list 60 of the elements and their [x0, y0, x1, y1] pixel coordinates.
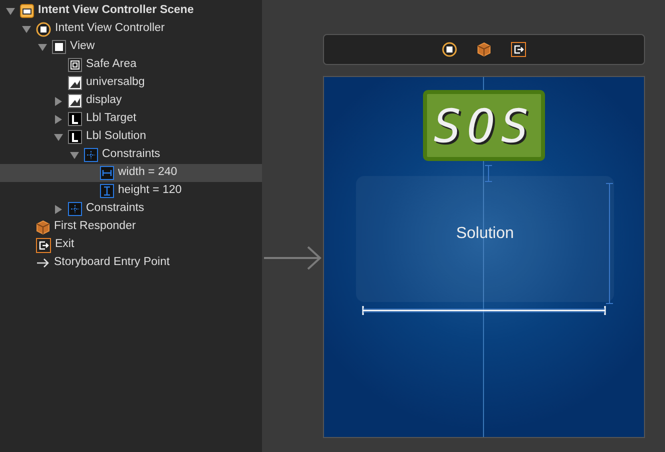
image-icon	[68, 94, 82, 108]
cube-icon	[477, 42, 491, 57]
expanded-triangle-icon[interactable]	[54, 132, 62, 142]
collapsed-triangle-icon[interactable]	[54, 114, 62, 124]
controller-icon	[36, 22, 51, 36]
outline-row[interactable]: universalbg	[0, 74, 262, 92]
outline-row[interactable]: width = 240	[0, 164, 262, 182]
outline-row[interactable]: Constraints	[0, 146, 262, 164]
label-icon	[68, 112, 82, 126]
display-text: SOS	[433, 102, 535, 148]
outline-label: Constraints	[102, 147, 160, 162]
outline-row[interactable]: Storyboard Entry Point	[0, 254, 262, 272]
outline-label: universalbg	[86, 75, 145, 90]
outline-row[interactable]: Lbl Target	[0, 110, 262, 128]
solution-label: Solution	[456, 224, 514, 244]
outline-label: Lbl Solution	[86, 129, 146, 144]
arrow-icon	[36, 257, 50, 269]
expanded-triangle-icon[interactable]	[6, 6, 14, 16]
exit-icon	[36, 238, 51, 252]
entry-arrow	[264, 246, 322, 270]
cube-icon	[36, 220, 50, 234]
controller-icon	[442, 42, 457, 57]
outline-row[interactable]: height = 120	[0, 182, 262, 200]
outline-label: display	[86, 93, 122, 108]
outline-label: Storyboard Entry Point	[54, 255, 170, 270]
outline-row[interactable]: View	[0, 38, 262, 56]
constraints-icon	[68, 202, 82, 216]
collapsed-triangle-icon[interactable]	[54, 204, 62, 214]
outline-row[interactable]: Intent View Controller Scene	[0, 2, 262, 20]
label-icon	[68, 130, 82, 144]
outline-row[interactable]: Constraints	[0, 200, 262, 218]
outline-label: height = 120	[118, 183, 182, 198]
collapsed-triangle-icon[interactable]	[54, 96, 62, 106]
outline-label: Constraints	[86, 201, 144, 216]
scene-icon	[20, 4, 34, 18]
width-constraint-icon	[100, 166, 114, 180]
expanded-triangle-icon[interactable]	[38, 42, 46, 52]
outline-label: Lbl Target	[86, 111, 136, 126]
outline-label: View	[70, 39, 95, 54]
outline-row[interactable]: First Responder	[0, 218, 262, 236]
outline-label: First Responder	[54, 219, 136, 234]
outline-row[interactable]: Lbl Solution	[0, 128, 262, 146]
outline-label: Intent View Controller Scene	[38, 3, 194, 18]
image-icon	[68, 76, 82, 90]
expanded-triangle-icon[interactable]	[22, 24, 30, 34]
outline-row[interactable]: Safe Area	[0, 56, 262, 74]
outline-label: Exit	[55, 237, 74, 252]
outline-label: Intent View Controller	[55, 21, 165, 36]
outline-row[interactable]: display	[0, 92, 262, 110]
exit-icon	[511, 42, 526, 57]
view-icon	[52, 40, 66, 54]
outline-label: Safe Area	[86, 57, 137, 72]
height-constraint-icon	[100, 184, 114, 198]
outline-row[interactable]: Intent View Controller	[0, 20, 262, 38]
spacing-constraint	[485, 165, 492, 182]
safe-area-icon	[68, 58, 82, 72]
outline-row[interactable]: Exit	[0, 236, 262, 254]
constraints-icon	[84, 148, 98, 162]
outline-label: width = 240	[118, 165, 178, 180]
expanded-triangle-icon[interactable]	[70, 150, 78, 160]
